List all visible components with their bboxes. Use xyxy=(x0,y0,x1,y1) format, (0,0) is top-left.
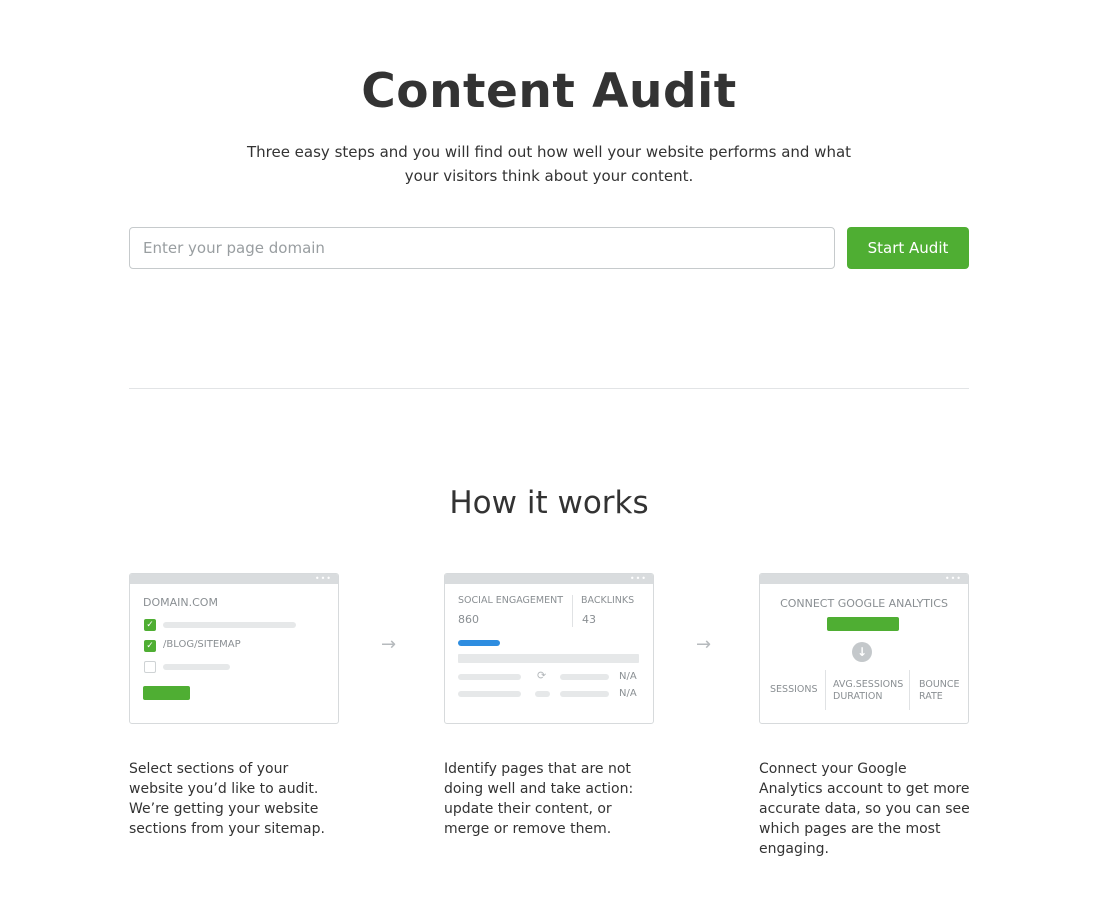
page-title: Content Audit xyxy=(361,64,737,119)
green-button-shape xyxy=(827,617,899,631)
placeholder-line xyxy=(560,691,609,697)
checked-checkbox-icon: ✓ xyxy=(144,619,156,631)
bounce-rate-label: BOUNCE RATE xyxy=(919,679,960,702)
backlinks-label: BACKLINKS xyxy=(581,595,635,606)
step-1-description: Select sections of your website you’d li… xyxy=(129,761,325,837)
separator xyxy=(572,595,573,627)
na-value: N/A xyxy=(619,671,637,682)
placeholder-line xyxy=(163,622,296,628)
na-value: N/A xyxy=(619,688,637,699)
backlinks-value: 43 xyxy=(582,613,596,626)
step-3-illustration: ••• CONNECT GOOGLE ANALYTICS ↓ SESSIONS … xyxy=(759,573,969,724)
sessions-label: SESSIONS xyxy=(770,684,818,695)
page-subtitle: Three easy steps and you will find out h… xyxy=(246,143,852,185)
unchecked-checkbox-icon xyxy=(144,661,156,673)
placeholder-line xyxy=(458,674,521,680)
arrow-right-icon: → xyxy=(381,634,397,655)
sitemap-label: /BLOG/SITEMAP xyxy=(163,639,241,650)
progress-bar xyxy=(458,640,500,646)
arrow-right-icon: → xyxy=(696,634,712,655)
start-audit-button[interactable]: Start Audit xyxy=(847,227,969,269)
refresh-icon: ⟳ xyxy=(537,669,547,682)
avg-session-duration-label: AVG.SESSIONS DURATION xyxy=(833,679,904,702)
how-it-works-title: How it works xyxy=(449,485,649,521)
green-button-shape xyxy=(143,686,190,700)
window-dots-icon: ••• xyxy=(629,574,647,583)
placeholder-line xyxy=(458,691,521,697)
step-2-description: Identify pages that are not doing well a… xyxy=(444,761,634,837)
domain-label: DOMAIN.COM xyxy=(143,596,218,609)
down-arrow-icon: ↓ xyxy=(852,642,872,662)
step-2-illustration: ••• SOCIAL ENGAGEMENT 860 BACKLINKS 43 ⟳… xyxy=(444,573,654,724)
social-engagement-value: 860 xyxy=(458,613,479,626)
placeholder-line xyxy=(163,664,230,670)
step-3-description: Connect your Google Analytics account to… xyxy=(759,761,970,857)
step-1-illustration: ••• DOMAIN.COM ✓ ✓ /BLOG/SITEMAP xyxy=(129,573,339,724)
window-bar: ••• xyxy=(760,574,968,584)
window-dots-icon: ••• xyxy=(944,574,962,583)
placeholder-line xyxy=(458,654,639,663)
window-bar: ••• xyxy=(130,574,338,584)
social-engagement-label: SOCIAL ENGAGEMENT xyxy=(458,595,564,606)
connect-ga-label: CONNECT GOOGLE ANALYTICS xyxy=(780,597,948,610)
window-bar: ••• xyxy=(445,574,653,584)
placeholder-line xyxy=(560,674,609,680)
checked-checkbox-icon: ✓ xyxy=(144,640,156,652)
domain-input[interactable] xyxy=(129,227,835,269)
separator xyxy=(909,670,910,710)
placeholder-line xyxy=(535,691,550,697)
section-divider xyxy=(129,388,969,389)
window-dots-icon: ••• xyxy=(314,574,332,583)
separator xyxy=(825,670,826,710)
